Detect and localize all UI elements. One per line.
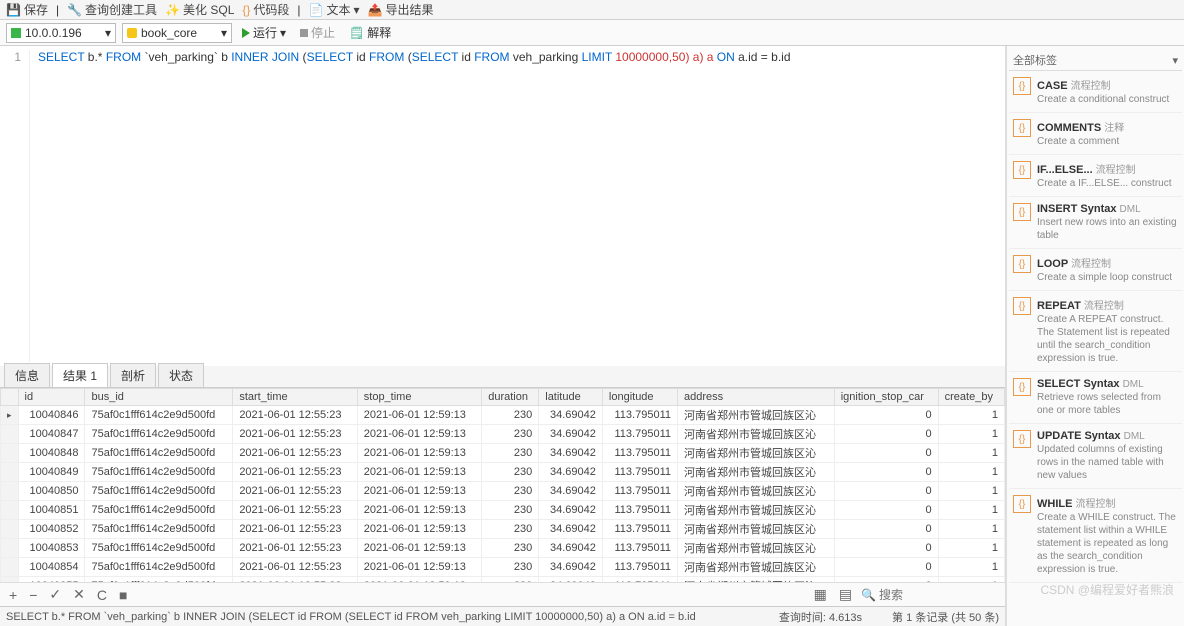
grid-search[interactable]: 🔍 [861, 588, 999, 602]
col-duration[interactable]: duration [482, 389, 539, 406]
stop-grid-button[interactable]: ■ [116, 587, 130, 603]
search-icon: 🔍 [861, 588, 876, 602]
add-row-button[interactable]: + [6, 587, 20, 603]
col-start_time[interactable]: start_time [233, 389, 357, 406]
grid-toolbar: + − ✓ ✕ C ■ ▦ ▤ 🔍 [0, 582, 1005, 606]
conn-status-icon [11, 28, 21, 38]
col-create_by[interactable]: create_by [938, 389, 1004, 406]
main-toolbar: 💾保存 | 🔧查询创建工具 ✨美化 SQL {}代码段 | 📄文本 ▾ 📤导出结… [0, 0, 1184, 20]
col-stop_time[interactable]: stop_time [357, 389, 481, 406]
snippet-category[interactable]: 全部标签▾ [1009, 50, 1182, 71]
table-row[interactable]: 1004085075af0c1fff614c2e9d500fd2021-06-0… [1, 482, 1005, 501]
table-row[interactable]: 1004085275af0c1fff614c2e9d500fd2021-06-0… [1, 520, 1005, 539]
status-record: 第 1 条记录 (共 50 条) [892, 609, 999, 625]
tool-icon: 🔧 [67, 3, 82, 17]
tab-result[interactable]: 结果 1 [52, 363, 108, 387]
sql-code[interactable]: SELECT b.* FROM `veh_parking` b INNER JO… [30, 50, 791, 362]
tab-info[interactable]: 信息 [4, 363, 50, 387]
beautify-button[interactable]: ✨美化 SQL [165, 1, 234, 18]
snippet-icon: {} [1013, 119, 1031, 137]
snippet-item[interactable]: {}LOOP 流程控制Create a simple loop construc… [1009, 249, 1182, 291]
brackets-icon: {} [242, 3, 250, 17]
col-ignition_stop_car[interactable]: ignition_stop_car [834, 389, 938, 406]
wand-icon: ✨ [165, 3, 180, 17]
result-tabs: 信息 结果 1 剖析 状态 [0, 366, 1005, 388]
col-id[interactable]: id [18, 389, 85, 406]
result-grid[interactable]: idbus_idstart_timestop_timedurationlatit… [0, 388, 1005, 582]
snippet-icon: {} [1013, 77, 1031, 95]
snippet-item[interactable]: {}CASE 流程控制Create a conditional construc… [1009, 71, 1182, 113]
snippet-panel: 全部标签▾ {}CASE 流程控制Create a conditional co… [1006, 46, 1184, 626]
cancel-button[interactable]: ✕ [70, 586, 88, 603]
save-button[interactable]: 💾保存 [6, 1, 48, 18]
refresh-button[interactable]: C [94, 587, 110, 603]
snippet-icon: {} [1013, 161, 1031, 179]
col-longitude[interactable]: longitude [602, 389, 677, 406]
snippet-button[interactable]: {}代码段 [242, 1, 289, 18]
text-button[interactable]: 📄文本 ▾ [309, 1, 360, 18]
snippet-icon: {} [1013, 495, 1031, 513]
form-view-button[interactable]: ▤ [836, 586, 855, 603]
status-bar: SELECT b.* FROM `veh_parking` b INNER JO… [0, 606, 1005, 626]
table-row[interactable]: 1004084875af0c1fff614c2e9d500fd2021-06-0… [1, 444, 1005, 463]
snippet-item[interactable]: {}COMMENTS 注释Create a comment [1009, 113, 1182, 155]
db-icon [127, 28, 137, 38]
table-row[interactable]: 1004084975af0c1fff614c2e9d500fd2021-06-0… [1, 463, 1005, 482]
snippet-item[interactable]: {}REPEAT 流程控制Create A REPEAT construct. … [1009, 291, 1182, 372]
snippet-icon: {} [1013, 255, 1031, 273]
export-button[interactable]: 📤导出结果 [368, 1, 434, 18]
grid-view-button[interactable]: ▦ [811, 586, 830, 603]
tab-profile[interactable]: 剖析 [110, 363, 156, 387]
stop-icon [300, 29, 308, 37]
snippet-item[interactable]: {}INSERT Syntax DMLInsert new rows into … [1009, 197, 1182, 249]
disk-icon: 💾 [6, 3, 21, 17]
status-time: 查询时间: 4.613s [779, 609, 862, 625]
sql-editor[interactable]: 1 SELECT b.* FROM `veh_parking` b INNER … [0, 46, 1005, 366]
connection-bar: 10.0.0.196▾ book_core▾ 运行 ▾ 停止 🗒解释 [0, 20, 1184, 46]
explain-icon: 🗒 [349, 26, 364, 40]
table-row[interactable]: 1004085175af0c1fff614c2e9d500fd2021-06-0… [1, 501, 1005, 520]
table-row[interactable]: 1004085375af0c1fff614c2e9d500fd2021-06-0… [1, 539, 1005, 558]
search-input[interactable] [879, 588, 999, 602]
apply-button[interactable]: ✓ [46, 586, 64, 603]
snippet-item[interactable]: {}UPDATE Syntax DMLUpdated columns of ex… [1009, 424, 1182, 489]
snippet-icon: {} [1013, 378, 1031, 396]
db-select[interactable]: book_core▾ [122, 23, 232, 43]
snippet-icon: {} [1013, 297, 1031, 315]
table-row[interactable]: 1004084775af0c1fff614c2e9d500fd2021-06-0… [1, 425, 1005, 444]
col-address[interactable]: address [677, 389, 834, 406]
run-button[interactable]: 运行 ▾ [238, 24, 290, 41]
text-icon: 📄 [309, 3, 324, 17]
query-builder-button[interactable]: 🔧查询创建工具 [67, 1, 157, 18]
col-bus_id[interactable]: bus_id [85, 389, 233, 406]
snippet-icon: {} [1013, 430, 1031, 448]
snippet-icon: {} [1013, 203, 1031, 221]
table-row[interactable]: 1004085475af0c1fff614c2e9d500fd2021-06-0… [1, 558, 1005, 577]
col-latitude[interactable]: latitude [539, 389, 603, 406]
play-icon [242, 28, 250, 38]
status-sql: SELECT b.* FROM `veh_parking` b INNER JO… [6, 611, 696, 623]
table-row[interactable]: 1004084675af0c1fff614c2e9d500fd2021-06-0… [1, 406, 1005, 425]
line-gutter: 1 [0, 50, 30, 362]
explain-button[interactable]: 🗒解释 [345, 24, 395, 41]
delete-row-button[interactable]: − [26, 587, 40, 603]
snippet-item[interactable]: {}WHILE 流程控制Create a WHILE construct. Th… [1009, 489, 1182, 583]
tab-status[interactable]: 状态 [158, 363, 204, 387]
snippet-item[interactable]: {}IF...ELSE... 流程控制Create a IF...ELSE...… [1009, 155, 1182, 197]
host-select[interactable]: 10.0.0.196▾ [6, 23, 116, 43]
snippet-item[interactable]: {}SELECT Syntax DMLRetrieve rows selecte… [1009, 372, 1182, 424]
export-icon: 📤 [368, 3, 383, 17]
stop-button[interactable]: 停止 [296, 24, 339, 41]
